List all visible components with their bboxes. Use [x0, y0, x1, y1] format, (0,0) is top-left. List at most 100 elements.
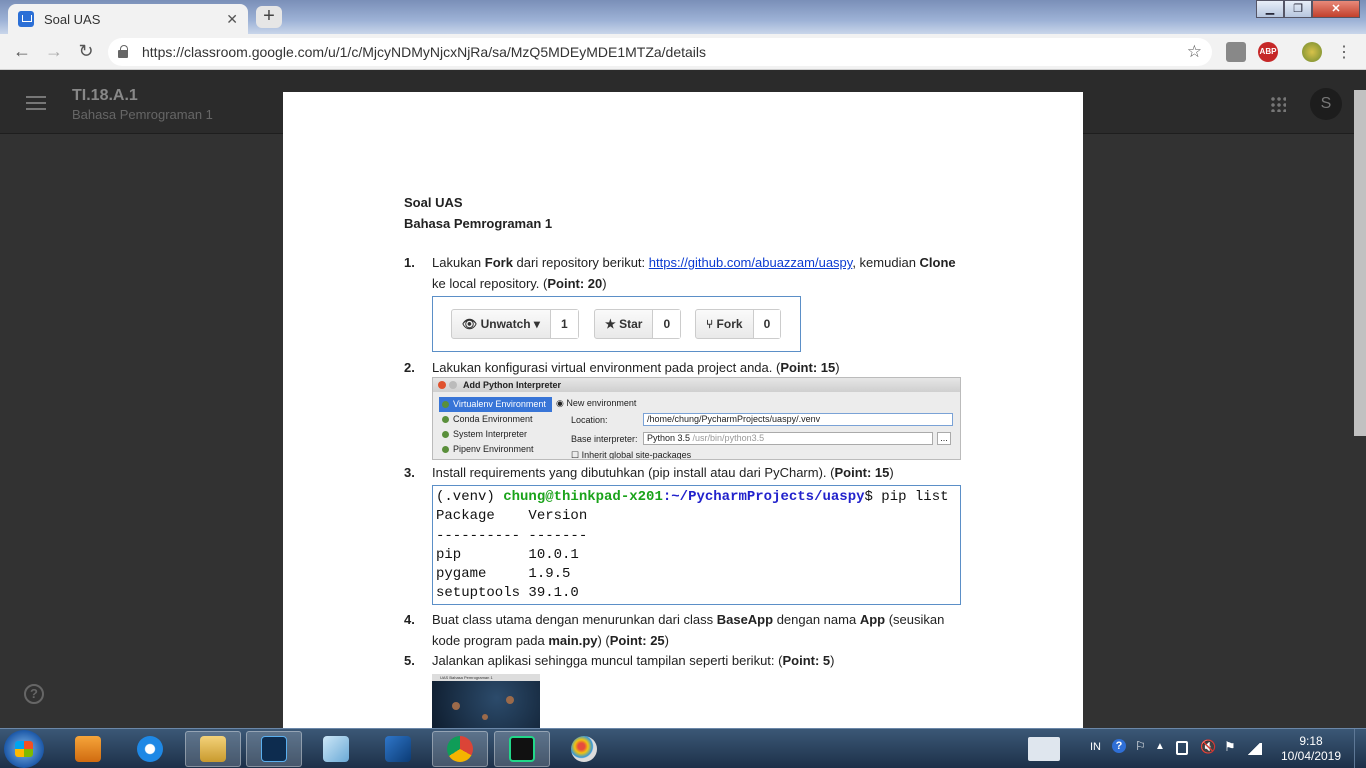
- battery-icon[interactable]: [1176, 741, 1188, 755]
- terminal-line: ---------- -------: [436, 527, 588, 544]
- show-desktop-button[interactable]: [1354, 729, 1366, 768]
- item-number: 3.: [404, 465, 415, 480]
- action-center-flag-icon[interactable]: ⚑: [1224, 739, 1236, 768]
- list-item: Virtualenv Environment: [439, 397, 552, 412]
- back-button[interactable]: ←: [6, 41, 38, 62]
- list-item: System Interpreter: [439, 427, 552, 442]
- system-clock[interactable]: 9:18 10/04/2019: [1280, 734, 1342, 764]
- item-text: Jalankan aplikasi sehingga muncul tampil…: [432, 653, 835, 668]
- language-indicator[interactable]: IN: [1090, 741, 1101, 768]
- url-text[interactable]: https://classroom.google.com/u/1/c/MjcyN…: [142, 44, 1187, 60]
- apps-grid-icon[interactable]: [1270, 96, 1286, 112]
- notepad-taskbar-button[interactable]: [308, 731, 364, 767]
- item-number: 2.: [404, 360, 415, 375]
- class-subtitle: Bahasa Pemrograman 1: [72, 107, 213, 122]
- list-item: 5. Jalankan aplikasi sehingga muncul tam…: [404, 650, 964, 671]
- asteroid-icon: [506, 696, 514, 704]
- inherit-checkbox: ☐ Inherit global site-packages: [571, 450, 692, 460]
- browser-tab[interactable]: Soal UAS ✕: [8, 4, 248, 34]
- start-button[interactable]: [4, 730, 44, 768]
- editor-taskbar-button[interactable]: [370, 731, 426, 767]
- item-text: Lakukan Fork dari repository berikut: ht…: [432, 255, 956, 291]
- photoshop-taskbar-button[interactable]: [246, 731, 302, 767]
- terminal-prompt: (.venv) chung@thinkpad-x201:~/PycharmPro…: [436, 489, 949, 505]
- hamburger-menu-icon[interactable]: [26, 96, 46, 114]
- network-signal-icon[interactable]: [1246, 743, 1262, 755]
- terminal-line: pygame 1.9.5: [436, 566, 571, 583]
- media-player-icon: [75, 736, 101, 762]
- chrome-taskbar-button[interactable]: [432, 731, 488, 767]
- browser-toolbar: ← → ↻ https://classroom.google.com/u/1/c…: [0, 34, 1366, 70]
- restore-button[interactable]: ❐: [1284, 0, 1312, 18]
- notification-icon[interactable]: ⚐: [1135, 739, 1146, 768]
- doc-title-line2: Bahasa Pemrograman 1: [404, 216, 553, 231]
- pycharm-dialog-figure: Add Python Interpreter Virtualenv Enviro…: [432, 377, 961, 460]
- item-number: 5.: [404, 653, 415, 668]
- help-icon[interactable]: ?: [24, 684, 44, 704]
- list-item: 3. Install requirements yang dibutuhkan …: [404, 462, 964, 483]
- list-item: Conda Environment: [439, 412, 552, 427]
- media-player-taskbar-button[interactable]: [60, 731, 116, 767]
- fork-count: 0: [753, 310, 781, 338]
- item-text: Lakukan konfigurasi virtual environment …: [432, 360, 840, 375]
- bookmark-star-icon[interactable]: ☆: [1187, 42, 1202, 62]
- watch-count: 1: [550, 310, 578, 338]
- profile-icon[interactable]: [1302, 42, 1322, 62]
- avatar[interactable]: S: [1310, 88, 1342, 120]
- terminal-line: setuptools 39.1.0: [436, 585, 579, 602]
- star-button: ★ Star 0: [594, 309, 682, 339]
- forward-button[interactable]: →: [38, 41, 70, 62]
- internet-explorer-icon: [137, 736, 163, 762]
- show-hidden-icons[interactable]: ▲: [1155, 741, 1165, 768]
- base-interpreter-label: Base interpreter:: [571, 434, 638, 444]
- scrollbar[interactable]: [1354, 90, 1366, 436]
- dialog-title: Add Python Interpreter: [433, 378, 960, 392]
- list-item: 1. Lakukan Fork dari repository berikut:…: [404, 252, 964, 294]
- windows-taskbar: IN ? ⚐ ▲ 🔇 ⚑ 9:18 10/04/2019: [0, 728, 1366, 768]
- class-name[interactable]: TI.18.A.1: [72, 87, 138, 105]
- pycharm-icon: [509, 736, 535, 762]
- handwriting-icon[interactable]: [1028, 737, 1060, 761]
- document-title: Soal UAS Bahasa Pemrograman 1: [404, 192, 552, 234]
- volume-muted-icon[interactable]: 🔇: [1200, 739, 1216, 768]
- lock-icon: [118, 45, 128, 58]
- asteroid-icon: [452, 702, 460, 710]
- adblock-icon[interactable]: ABP: [1258, 42, 1278, 62]
- new-tab-button[interactable]: +: [256, 6, 282, 28]
- clock-date: 10/04/2019: [1280, 749, 1342, 763]
- fork-button: ⑂ Fork 0: [695, 309, 782, 339]
- reload-button[interactable]: ↻: [70, 41, 102, 62]
- item-text: Buat class utama dengan menurunkan dari …: [432, 612, 945, 648]
- address-bar[interactable]: https://classroom.google.com/u/1/c/MjcyN…: [108, 38, 1212, 66]
- location-field: /home/chung/PycharmProjects/uaspy/.venv: [643, 413, 953, 426]
- explorer-taskbar-button[interactable]: [185, 731, 241, 767]
- interpreter-type-list: Virtualenv Environment Conda Environment…: [439, 397, 552, 457]
- new-environment-radio: ◉ New environment: [556, 398, 637, 408]
- notepad-icon: [323, 736, 349, 762]
- chrome-menu-icon[interactable]: ⋮: [1336, 42, 1352, 62]
- paint-taskbar-button[interactable]: [556, 731, 612, 767]
- tab-close-icon[interactable]: ✕: [226, 11, 238, 28]
- item-number: 1.: [404, 255, 415, 270]
- list-item: 2. Lakukan konfigurasi virtual environme…: [404, 357, 964, 378]
- paint-icon: [571, 736, 597, 762]
- star-count: 0: [653, 310, 681, 338]
- browse-button: ...: [937, 432, 951, 445]
- asteroid-icon: [482, 714, 488, 720]
- github-buttons-figure: 👁 Unwatch ▾ 1 ★ Star 0 ⑂ Fork 0: [432, 296, 801, 352]
- window-controls: ▁ ❐ ✕: [1256, 0, 1360, 18]
- pycharm-taskbar-button[interactable]: [494, 731, 550, 767]
- extension-icon[interactable]: [1226, 42, 1246, 62]
- photoshop-icon: [261, 736, 287, 762]
- tab-title: Soal UAS: [44, 11, 101, 27]
- close-window-button[interactable]: ✕: [1312, 0, 1360, 18]
- terminal-line: pip 10.0.1: [436, 546, 579, 563]
- repository-link[interactable]: https://github.com/abuazzam/uaspy: [649, 255, 853, 270]
- fork-icon: ⑂: [706, 317, 714, 331]
- location-label: Location:: [571, 415, 608, 425]
- terminal-figure: (.venv) chung@thinkpad-x201:~/PycharmPro…: [432, 485, 961, 605]
- minimize-button[interactable]: ▁: [1256, 0, 1284, 18]
- internet-explorer-taskbar-button[interactable]: [122, 731, 178, 767]
- eye-icon: 👁: [462, 317, 478, 331]
- help-tray-icon[interactable]: ?: [1112, 739, 1126, 753]
